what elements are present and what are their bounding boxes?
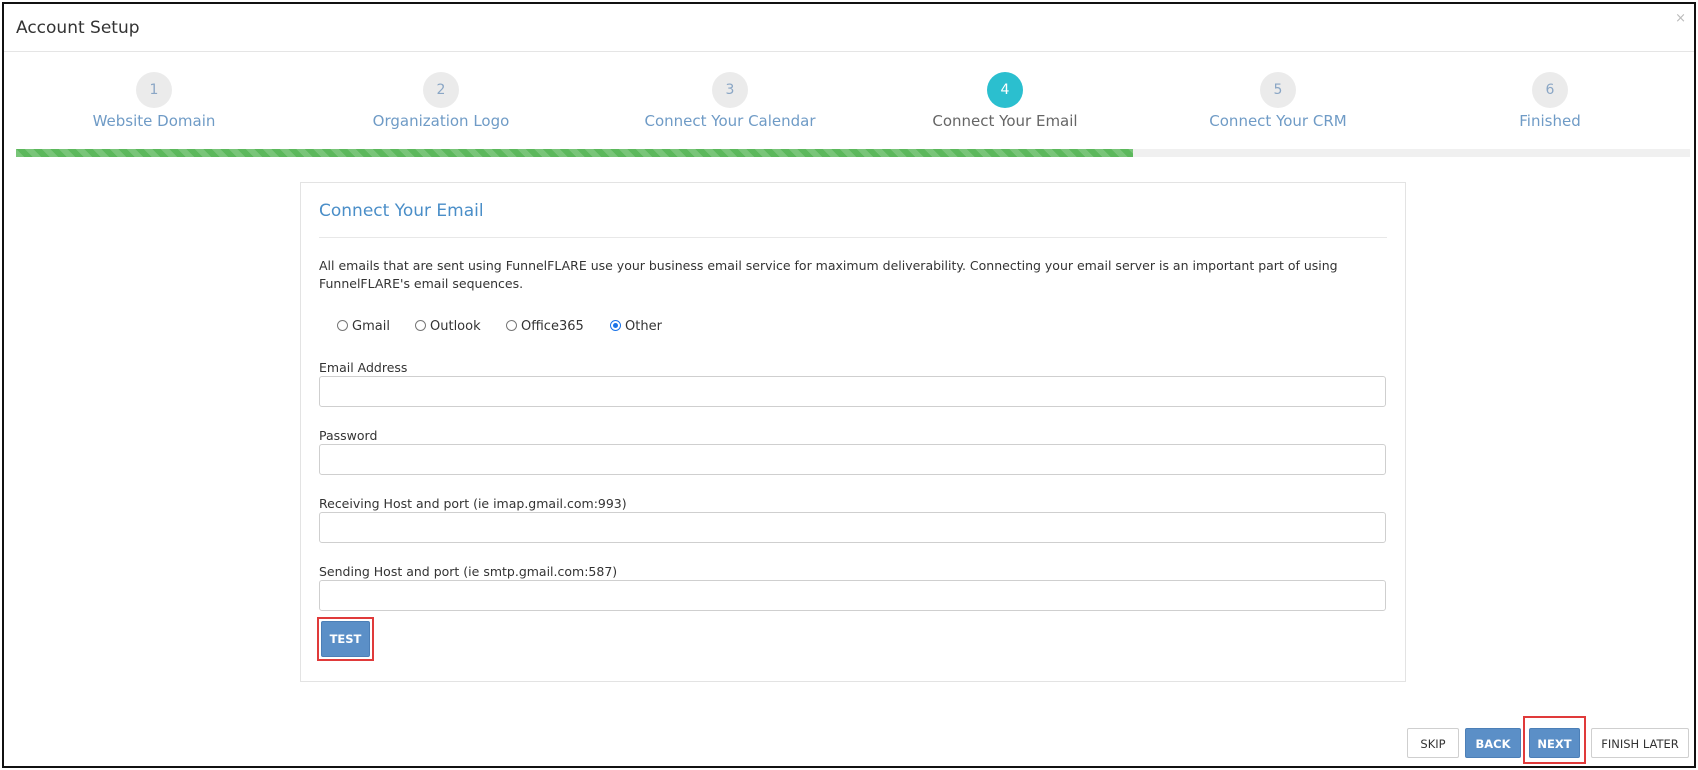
radio-button[interactable]	[610, 320, 621, 331]
modal-header: Account Setup ×	[4, 4, 1694, 52]
modal-title: Account Setup	[16, 18, 140, 38]
radio-button[interactable]	[415, 320, 426, 331]
progress-bar-fill	[16, 149, 1133, 157]
account-setup-modal: Account Setup × 1 Website Domain 2 Organ…	[2, 2, 1696, 768]
radio-outlook[interactable]: Outlook	[415, 319, 481, 334]
radio-label: Other	[625, 319, 662, 334]
radio-label: Gmail	[352, 319, 390, 334]
next-button[interactable]: NEXT	[1529, 728, 1580, 758]
sending-host-label: Sending Host and port (ie smtp.gmail.com…	[319, 564, 618, 579]
email-address-label: Email Address	[319, 360, 408, 375]
step-connect-calendar[interactable]: 3 Connect Your Calendar	[610, 72, 850, 130]
step-number: 2	[423, 72, 459, 108]
wizard-steps: 1 Website Domain 2 Organization Logo 3 C…	[4, 72, 1698, 132]
radio-gmail[interactable]: Gmail	[337, 319, 390, 334]
radio-label: Outlook	[430, 319, 481, 334]
radio-other[interactable]: Other	[610, 319, 662, 334]
password-label: Password	[319, 428, 378, 443]
panel-description: All emails that are sent using FunnelFLA…	[319, 258, 1338, 291]
radio-button[interactable]	[337, 320, 348, 331]
step-number: 4	[987, 72, 1023, 108]
step-number: 1	[136, 72, 172, 108]
finish-later-button[interactable]: FINISH LATER	[1591, 728, 1689, 758]
step-number: 3	[712, 72, 748, 108]
step-label: Organization Logo	[372, 112, 510, 130]
password-input[interactable]	[319, 444, 1386, 475]
divider	[319, 237, 1387, 238]
radio-label: Office365	[521, 319, 584, 334]
step-organization-logo[interactable]: 2 Organization Logo	[321, 72, 561, 130]
receiving-host-input[interactable]	[319, 512, 1386, 543]
receiving-host-label: Receiving Host and port (ie imap.gmail.c…	[319, 496, 627, 511]
panel-title: Connect Your Email	[319, 201, 484, 221]
step-website-domain[interactable]: 1 Website Domain	[34, 72, 274, 130]
close-icon[interactable]: ×	[1675, 12, 1686, 25]
step-number: 5	[1260, 72, 1296, 108]
back-button[interactable]: BACK	[1465, 728, 1521, 758]
step-label: Connect Your Calendar	[644, 112, 816, 130]
step-connect-email[interactable]: 4 Connect Your Email	[885, 72, 1125, 130]
skip-button[interactable]: SKIP	[1407, 728, 1459, 758]
email-address-input[interactable]	[319, 376, 1386, 407]
sending-host-input[interactable]	[319, 580, 1386, 611]
step-label: Connect Your Email	[932, 112, 1078, 130]
step-label: Finished	[1519, 112, 1581, 130]
progress-bar	[16, 149, 1690, 157]
step-label: Website Domain	[92, 112, 216, 130]
step-number: 6	[1532, 72, 1568, 108]
radio-button[interactable]	[506, 320, 517, 331]
step-label: Connect Your CRM	[1209, 112, 1347, 130]
step-connect-crm[interactable]: 5 Connect Your CRM	[1158, 72, 1398, 130]
connect-email-panel: Connect Your Email All emails that are s…	[300, 182, 1406, 682]
step-finished[interactable]: 6 Finished	[1430, 72, 1670, 130]
radio-office365[interactable]: Office365	[506, 319, 584, 334]
test-button[interactable]: TEST	[321, 621, 370, 657]
